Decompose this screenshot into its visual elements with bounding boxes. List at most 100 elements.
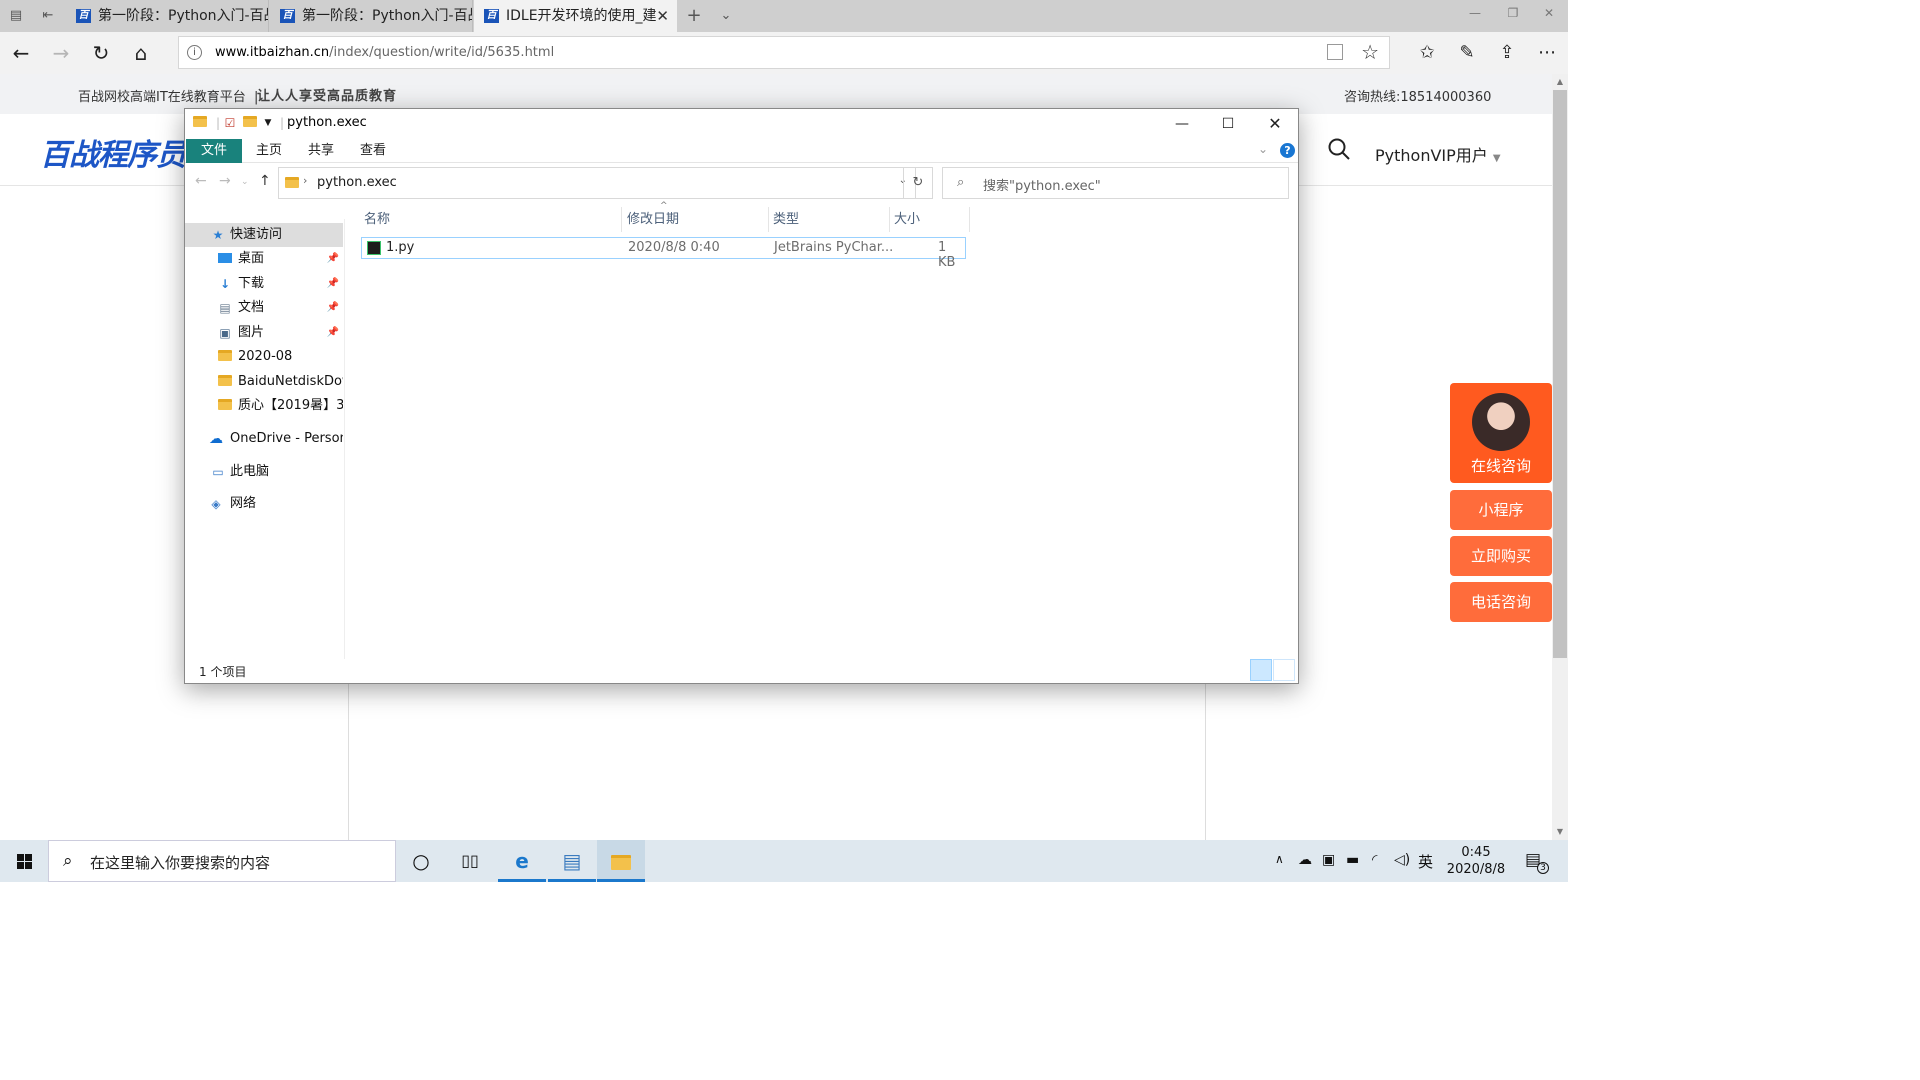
- search-icon: ⌕: [63, 851, 73, 871]
- file-explorer-taskbar-icon[interactable]: [597, 840, 645, 882]
- start-button[interactable]: [0, 840, 48, 882]
- maximize-window-icon[interactable]: ☐: [1205, 109, 1251, 139]
- tab-idle-active[interactable]: 百 IDLE开发环境的使用_建 ✕: [474, 0, 677, 32]
- security-icon[interactable]: ▣: [1322, 852, 1335, 868]
- reading-view-icon[interactable]: [1327, 44, 1343, 60]
- nav-item-pictures[interactable]: ▣ 图片 📌: [185, 321, 343, 345]
- restore-browser-icon[interactable]: ❐: [1494, 0, 1532, 26]
- onedrive-error-icon[interactable]: ☁: [1298, 852, 1312, 868]
- page-scrollbar[interactable]: ▲ ▼: [1552, 74, 1568, 840]
- help-icon[interactable]: ?: [1280, 143, 1295, 158]
- nav-item-quick-access[interactable]: ★ 快速访问: [185, 223, 343, 247]
- close-tab-icon[interactable]: ✕: [656, 0, 669, 32]
- task-view-icon[interactable]: ▯▯: [446, 840, 494, 882]
- tab-home[interactable]: 主页: [249, 139, 289, 163]
- quick-access-dropdown-icon[interactable]: ▼: [261, 116, 275, 130]
- explorer-address-bar[interactable]: › python.exec ⌄: [278, 167, 916, 199]
- explorer-back-icon[interactable]: ←: [195, 173, 207, 189]
- pin-icon[interactable]: 📌: [327, 247, 339, 271]
- pin-icon[interactable]: 📌: [327, 296, 339, 320]
- breadcrumb-current[interactable]: python.exec: [317, 175, 397, 190]
- details-view-icon[interactable]: [1250, 659, 1272, 681]
- volume-icon[interactable]: ◁): [1394, 852, 1410, 868]
- tab-share[interactable]: 共享: [301, 139, 341, 163]
- column-header-type[interactable]: 类型: [769, 207, 890, 232]
- item-count-status: 1 个项目: [199, 665, 247, 679]
- nav-item-this-pc[interactable]: ▭ 此电脑: [185, 460, 343, 484]
- folder-icon: [193, 116, 207, 130]
- show-hidden-icons-chevron-icon[interactable]: ∧: [1275, 852, 1284, 866]
- web-note-pen-icon[interactable]: ✎: [1454, 40, 1480, 66]
- file-row-1py[interactable]: 1.py 2020/8/8 0:40 JetBrains PyChar... 1…: [361, 237, 966, 270]
- back-arrow-icon[interactable]: ←: [8, 40, 34, 66]
- forward-arrow-icon[interactable]: →: [48, 40, 74, 66]
- ime-indicator[interactable]: 英: [1418, 851, 1433, 872]
- properties-check-icon[interactable]: ☑: [223, 116, 237, 130]
- wifi-icon[interactable]: ◜: [1372, 852, 1377, 868]
- minimize-browser-icon[interactable]: —: [1456, 0, 1494, 26]
- large-icons-view-icon[interactable]: [1273, 659, 1295, 681]
- cortana-icon[interactable]: ○: [397, 840, 445, 882]
- url-text[interactable]: www.itbaizhan.cn/index/question/write/id…: [215, 45, 554, 60]
- recent-locations-chevron-icon[interactable]: ⌄: [241, 177, 249, 187]
- refresh-icon[interactable]: ↻: [88, 40, 114, 66]
- user-menu[interactable]: PythonVIP用户 ▼: [1375, 142, 1501, 166]
- breadcrumb-chevron-icon[interactable]: ›: [303, 174, 307, 187]
- up-folder-icon[interactable]: ↑: [259, 173, 271, 189]
- nav-item-desktop[interactable]: 桌面 📌: [185, 247, 343, 271]
- tab-view[interactable]: 查看: [353, 139, 393, 163]
- favorite-star-icon[interactable]: ☆: [1361, 40, 1379, 64]
- tab-file[interactable]: 文件: [186, 139, 242, 163]
- new-folder-icon[interactable]: [243, 116, 257, 130]
- scroll-up-icon[interactable]: ▲: [1552, 74, 1568, 90]
- set-aside-tabs-icon[interactable]: ⇤: [40, 8, 56, 24]
- close-window-icon[interactable]: ✕: [1252, 109, 1298, 139]
- online-consult-button[interactable]: 在线咨询: [1450, 383, 1552, 483]
- site-logo[interactable]: 百战程序员: [40, 130, 186, 174]
- minimize-window-icon[interactable]: —: [1159, 109, 1205, 139]
- nav-item-baidunetdisk[interactable]: BaiduNetdiskDow: [185, 370, 343, 394]
- column-header-date[interactable]: 修改日期: [623, 207, 769, 232]
- tab-python-1[interactable]: 百 第一阶段：Python入门-百战: [66, 0, 269, 32]
- nav-item-onedrive[interactable]: ☁ OneDrive - Persona: [185, 427, 343, 451]
- nav-item-label: 图片: [238, 325, 265, 340]
- explorer-forward-icon[interactable]: →: [219, 173, 231, 189]
- nav-item-zhixin[interactable]: 质心【2019暑】30: [185, 394, 343, 418]
- taskbar-search-input[interactable]: ⌕ 在这里输入你要搜索的内容: [48, 840, 396, 882]
- scroll-thumb[interactable]: [1553, 90, 1567, 658]
- new-tab-icon[interactable]: +: [686, 7, 702, 25]
- tab-preview-chevron-icon[interactable]: ⌄: [718, 8, 734, 24]
- share-icon[interactable]: ⇪: [1494, 40, 1520, 66]
- scroll-down-icon[interactable]: ▼: [1552, 824, 1568, 840]
- buy-now-button[interactable]: 立即购买: [1450, 536, 1552, 576]
- nav-item-downloads[interactable]: ↓ 下载 📌: [185, 272, 343, 296]
- tab-python-2[interactable]: 百 第一阶段：Python入门-百战: [270, 0, 473, 32]
- explorer-refresh-icon[interactable]: ↻: [903, 167, 933, 199]
- address-bar[interactable]: i www.itbaizhan.cn/index/question/write/…: [178, 36, 1390, 69]
- edge-browser-icon[interactable]: e: [498, 840, 546, 882]
- itbaizhan-favicon-icon: 百: [484, 9, 499, 23]
- miniapp-button[interactable]: 小程序: [1450, 490, 1552, 530]
- site-search-icon[interactable]: [1328, 138, 1350, 160]
- nav-item-2020-08[interactable]: 2020-08: [185, 345, 343, 369]
- explorer-search-input[interactable]: ⌕ 搜索"python.exec": [942, 167, 1289, 199]
- file-type: JetBrains PyChar...: [774, 240, 894, 255]
- battery-icon[interactable]: ▬: [1346, 852, 1359, 868]
- document-icon: ▤: [219, 301, 231, 315]
- site-info-icon[interactable]: i: [187, 45, 202, 60]
- nav-item-documents[interactable]: ▤ 文档 📌: [185, 296, 343, 320]
- tab-actions-icon[interactable]: ▤: [8, 8, 24, 24]
- favorites-hub-icon[interactable]: ✩: [1414, 40, 1440, 66]
- home-icon[interactable]: ⌂: [128, 40, 154, 66]
- column-header-size[interactable]: 大小: [890, 207, 970, 232]
- close-browser-icon[interactable]: ✕: [1530, 0, 1568, 26]
- pin-icon[interactable]: 📌: [327, 272, 339, 296]
- taskbar-clock[interactable]: 0:45 2020/8/8: [1444, 844, 1508, 878]
- column-header-name[interactable]: 名称: [360, 207, 622, 232]
- pin-icon[interactable]: 📌: [327, 321, 339, 345]
- phone-consult-button[interactable]: 电话咨询: [1450, 582, 1552, 622]
- more-menu-icon[interactable]: ⋯: [1534, 40, 1560, 66]
- nav-item-network[interactable]: ◈ 网络: [185, 492, 343, 516]
- expand-ribbon-chevron-icon[interactable]: ⌄: [1258, 142, 1268, 156]
- python-idle-icon[interactable]: ▤: [548, 840, 596, 882]
